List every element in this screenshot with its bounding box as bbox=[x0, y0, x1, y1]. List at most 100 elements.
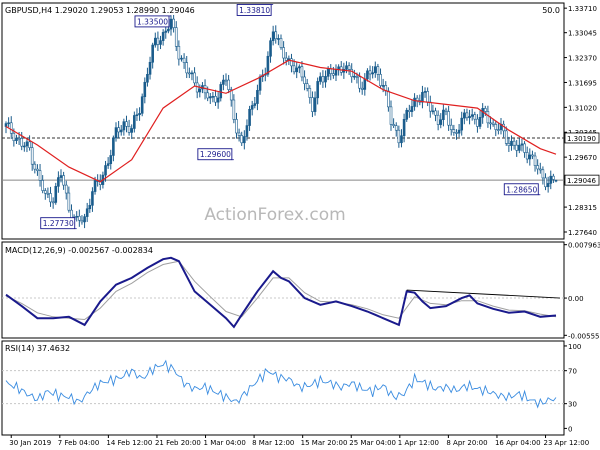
candle-body bbox=[109, 155, 113, 164]
candle-body bbox=[371, 72, 374, 75]
candle-body bbox=[355, 75, 359, 78]
candle-body bbox=[408, 109, 411, 112]
candle-body bbox=[33, 163, 37, 170]
candle-body bbox=[23, 145, 26, 148]
forex-chart: ActionForex.com GBPUSD,H4 1.29020 1.2905… bbox=[0, 0, 600, 450]
candle-body bbox=[347, 65, 351, 70]
candle-body bbox=[274, 31, 278, 40]
candle-body bbox=[449, 124, 453, 130]
candle-body bbox=[7, 122, 10, 125]
candle-body bbox=[313, 97, 317, 112]
candle-body bbox=[468, 116, 471, 119]
candle-body bbox=[455, 132, 458, 134]
candle-body bbox=[546, 183, 550, 188]
price-y-tick-label: 1.31695 bbox=[568, 79, 597, 87]
rsi-y-tick-label: 100 bbox=[568, 343, 581, 351]
candle-body bbox=[457, 129, 461, 134]
price-annotation-label: 1.33810 bbox=[239, 6, 270, 15]
x-tick-label: 16 Apr 04:00 bbox=[495, 439, 541, 447]
price-level-label: 1.30190 bbox=[567, 135, 596, 143]
candle-body bbox=[164, 30, 168, 33]
candle-body bbox=[15, 137, 18, 141]
candle-body bbox=[222, 79, 225, 85]
candle-body bbox=[311, 97, 314, 112]
candle-body bbox=[106, 163, 110, 166]
candle-body bbox=[544, 177, 547, 188]
candle-body bbox=[214, 96, 217, 103]
candle-body bbox=[447, 111, 450, 126]
candle-body bbox=[112, 137, 115, 156]
candle-body bbox=[332, 73, 335, 76]
candle-body bbox=[127, 126, 131, 133]
candle-body bbox=[373, 66, 377, 74]
candle-body bbox=[549, 175, 553, 184]
price-annotation-label: 1.33500 bbox=[137, 17, 168, 26]
candle-body bbox=[491, 122, 495, 125]
candle-body bbox=[269, 40, 272, 57]
macd-y-tick-label: -0.005559 bbox=[568, 332, 600, 340]
candle-body bbox=[389, 106, 393, 125]
candle-body bbox=[9, 122, 13, 134]
x-tick-label: 25 Mar 04:00 bbox=[349, 439, 396, 447]
candle-body bbox=[85, 208, 89, 217]
candle-body bbox=[248, 108, 251, 126]
candle-body bbox=[148, 61, 152, 75]
candle-body bbox=[59, 175, 63, 178]
candle-body bbox=[195, 82, 199, 93]
candle-body bbox=[334, 69, 338, 76]
candle-body bbox=[93, 180, 97, 192]
candle-body bbox=[421, 92, 424, 103]
candle-body bbox=[177, 46, 181, 60]
macd-y-tick-label: 0.007963 bbox=[568, 242, 600, 250]
candle-body bbox=[12, 132, 16, 141]
candle-body bbox=[208, 96, 212, 99]
candle-body bbox=[494, 124, 498, 130]
candle-body bbox=[78, 215, 81, 221]
candle-body bbox=[478, 116, 482, 127]
candle-body bbox=[125, 121, 128, 127]
price-level-label: 1.29046 bbox=[567, 177, 596, 185]
candle-body bbox=[174, 27, 178, 47]
candle-body bbox=[180, 57, 183, 60]
candle-body bbox=[227, 79, 230, 90]
candle-body bbox=[554, 179, 558, 182]
price-y-tick-label: 1.33710 bbox=[568, 5, 597, 13]
price-y-tick-label: 1.32370 bbox=[568, 55, 597, 63]
candle-body bbox=[363, 78, 367, 90]
candle-body bbox=[366, 70, 369, 80]
candle-body bbox=[512, 140, 516, 146]
candle-body bbox=[295, 67, 299, 73]
candle-body bbox=[321, 76, 325, 83]
candle-body bbox=[442, 109, 445, 121]
candle-body bbox=[439, 119, 443, 125]
price-y-tick-label: 1.29670 bbox=[568, 154, 597, 162]
macd-y-tick-label: 0.00 bbox=[568, 295, 584, 303]
candle-body bbox=[392, 124, 395, 126]
candle-body bbox=[410, 106, 414, 112]
candle-body bbox=[57, 177, 60, 187]
candle-body bbox=[436, 114, 440, 125]
candle-body bbox=[329, 68, 333, 74]
candle-body bbox=[470, 114, 474, 117]
candle-body bbox=[17, 137, 21, 140]
candle-body bbox=[305, 83, 309, 89]
candle-body bbox=[415, 97, 419, 101]
candle-body bbox=[198, 88, 202, 93]
candle-body bbox=[300, 66, 304, 78]
candle-body bbox=[237, 132, 241, 136]
candle-body bbox=[507, 143, 511, 146]
candle-body bbox=[28, 141, 31, 148]
candle-body bbox=[253, 103, 257, 106]
candle-body bbox=[353, 75, 356, 78]
candle-body bbox=[489, 122, 492, 125]
candle-body bbox=[133, 115, 136, 129]
candle-body bbox=[463, 112, 466, 119]
candle-body bbox=[258, 76, 262, 91]
rsi-pane-title: RSI(14) 37.4632 bbox=[5, 344, 70, 353]
candle-body bbox=[256, 90, 259, 104]
candle-body bbox=[138, 113, 141, 115]
candle-body bbox=[38, 170, 42, 181]
candle-body bbox=[245, 125, 249, 137]
candle-body bbox=[431, 110, 435, 113]
candle-body bbox=[381, 85, 385, 87]
